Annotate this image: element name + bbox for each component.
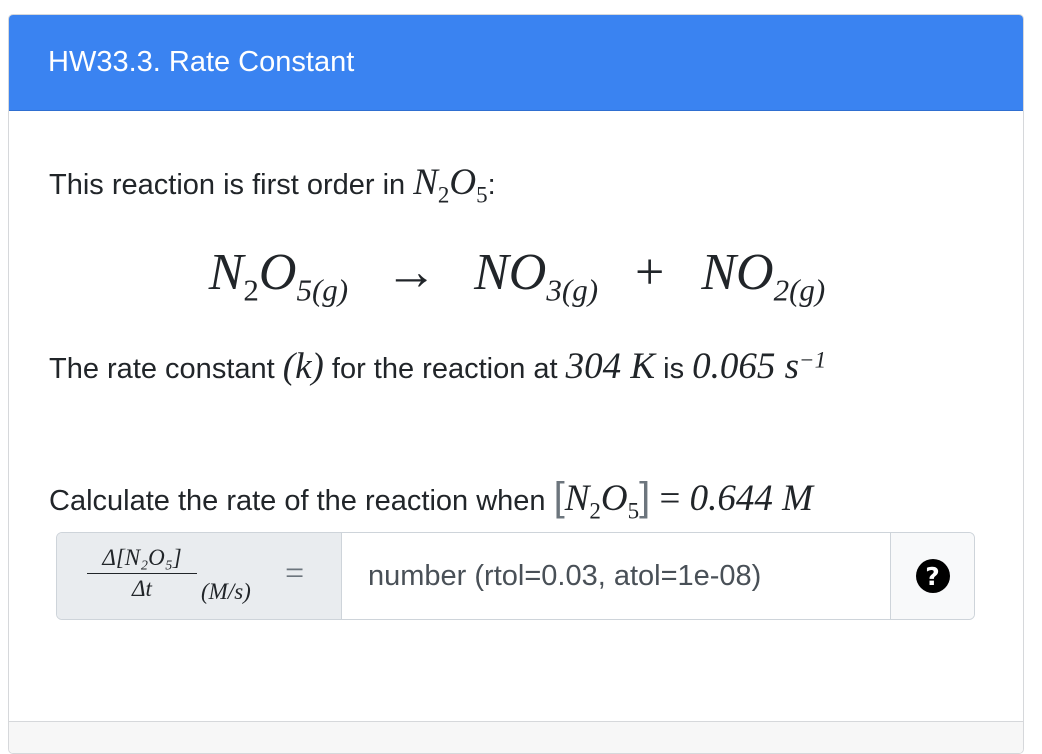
reaction-equation: N2O5(g) → NO3(g) + NO2(g)	[208, 244, 826, 308]
calculate-text: Calculate the rate of the reaction when …	[49, 475, 813, 524]
answer-input-group: Δ[N₂O₅] Δt (M/s) = ?	[56, 532, 975, 620]
answer-input[interactable]	[342, 533, 890, 619]
rate-constant-text: The rate constant (k) for the reaction a…	[49, 346, 827, 387]
question-mark-icon[interactable]: ?	[915, 559, 950, 593]
question-card: HW33.3. Rate Constant This reaction is f…	[8, 14, 1024, 754]
question-title: HW33.3. Rate Constant	[48, 46, 355, 78]
answer-label: Δ[N₂O₅] Δt (M/s) =	[57, 533, 342, 619]
question-header: HW33.3. Rate Constant	[9, 15, 1023, 111]
units-label: (M/s)	[201, 579, 251, 604]
help-button[interactable]: ?	[890, 533, 974, 619]
rate-fraction: Δ[N₂O₅] Δt	[87, 545, 197, 602]
equals-sign: =	[285, 555, 305, 592]
intro-text: This reaction is first order in N2O5:	[49, 162, 496, 208]
arrow-icon: →	[385, 244, 438, 301]
